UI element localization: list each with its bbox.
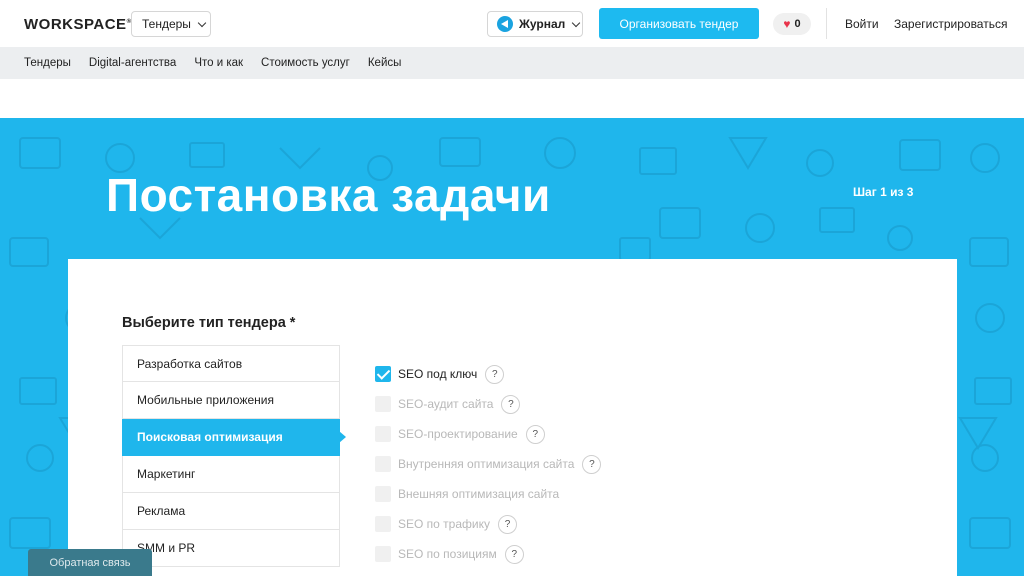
tenders-dropdown[interactable]: Тендеры <box>131 11 211 37</box>
feedback-button[interactable]: Обратная связь <box>28 549 152 576</box>
subnav-item-how-it-works[interactable]: Что и как <box>194 57 243 69</box>
tender-type-heading: Выберите тип тендера * <box>122 315 296 331</box>
header-divider <box>826 8 827 39</box>
tender-type-mobile-apps[interactable]: Мобильные приложения <box>122 382 340 419</box>
option-seo-turnkey[interactable]: SEO под ключ ? <box>375 359 601 389</box>
option-seo-positions[interactable]: SEO по позициям ? <box>375 539 601 569</box>
workspace-logo[interactable]: WORKSPACE® <box>24 16 131 33</box>
subnav-item-digital-agencies[interactable]: Digital-агентства <box>89 57 176 69</box>
journal-dropdown-label: Журнал <box>519 17 566 31</box>
help-icon[interactable]: ? <box>498 514 517 534</box>
tender-type-advertising[interactable]: Реклама <box>122 493 340 530</box>
chevron-down-icon <box>197 18 207 27</box>
favorites-count: 0 <box>794 18 801 30</box>
heart-icon: ♥ <box>783 17 791 31</box>
tender-type-smm-pr[interactable]: SMM и PR <box>122 530 340 567</box>
option-seo-audit[interactable]: SEO-аудит сайта ? <box>375 389 601 419</box>
subnav-item-cases[interactable]: Кейсы <box>368 57 402 69</box>
option-label: SEO под ключ <box>398 367 478 381</box>
option-seo-traffic[interactable]: SEO по трафику ? <box>375 509 601 539</box>
tender-type-seo[interactable]: Поисковая оптимизация <box>122 419 346 456</box>
tenders-dropdown-label: Тендеры <box>142 17 191 31</box>
chevron-down-icon <box>572 18 581 27</box>
favorites-counter[interactable]: ♥ 0 <box>773 13 811 35</box>
checkbox-checked[interactable] <box>375 366 391 382</box>
tender-type-marketing[interactable]: Маркетинг <box>122 456 340 493</box>
service-options: SEO под ключ ? SEO-аудит сайта ? SEO-про… <box>375 359 602 569</box>
megaphone-icon <box>497 16 513 32</box>
option-label: SEO-проектирование <box>398 427 518 441</box>
checkbox[interactable] <box>375 426 391 442</box>
tender-type-web-development[interactable]: Разработка сайтов <box>122 345 340 382</box>
help-icon[interactable]: ? <box>582 454 602 474</box>
help-icon[interactable]: ? <box>504 544 524 564</box>
option-label: SEO по позициям <box>398 547 497 561</box>
top-header: WORKSPACE® Тендеры Журнал Организовать т… <box>0 0 1024 47</box>
checkbox[interactable] <box>375 456 391 472</box>
organize-tender-button[interactable]: Организовать тендер <box>599 8 759 39</box>
logo-text: WORKSPACE <box>24 16 127 33</box>
option-onpage-optimization[interactable]: Внутренняя оптимизация сайта ? <box>375 449 602 479</box>
option-label: Внутренняя оптимизация сайта <box>398 457 575 471</box>
help-icon[interactable]: ? <box>525 424 545 444</box>
option-label: SEO-аудит сайта <box>398 397 494 411</box>
journal-dropdown[interactable]: Журнал <box>487 11 583 37</box>
option-label: Внешняя оптимизация сайта <box>398 487 560 501</box>
checkbox[interactable] <box>375 546 391 562</box>
option-label: SEO по трафику <box>398 517 490 531</box>
option-offpage-optimization[interactable]: Внешняя оптимизация сайта <box>375 479 601 509</box>
checkbox[interactable] <box>375 486 391 502</box>
help-icon[interactable]: ? <box>485 364 505 384</box>
subnav-item-tenders[interactable]: Тендеры <box>24 57 71 69</box>
secondary-nav: Тендеры Digital-агентства Что и как Стои… <box>0 47 1024 79</box>
tender-form-card: Выберите тип тендера * Разработка сайтов… <box>68 259 957 576</box>
page-title: Постановка задачи <box>106 169 551 221</box>
step-indicator: Шаг 1 из 3 <box>853 185 914 199</box>
subnav-item-pricing[interactable]: Стоимость услуг <box>261 57 350 69</box>
option-seo-design[interactable]: SEO-проектирование ? <box>375 419 601 449</box>
register-link[interactable]: Зарегистрироваться <box>894 17 1007 31</box>
login-link[interactable]: Войти <box>845 17 879 31</box>
checkbox[interactable] <box>375 396 391 412</box>
help-icon[interactable]: ? <box>501 394 521 414</box>
checkbox[interactable] <box>375 516 391 532</box>
tender-type-list: Разработка сайтов Мобильные приложения П… <box>122 345 346 567</box>
